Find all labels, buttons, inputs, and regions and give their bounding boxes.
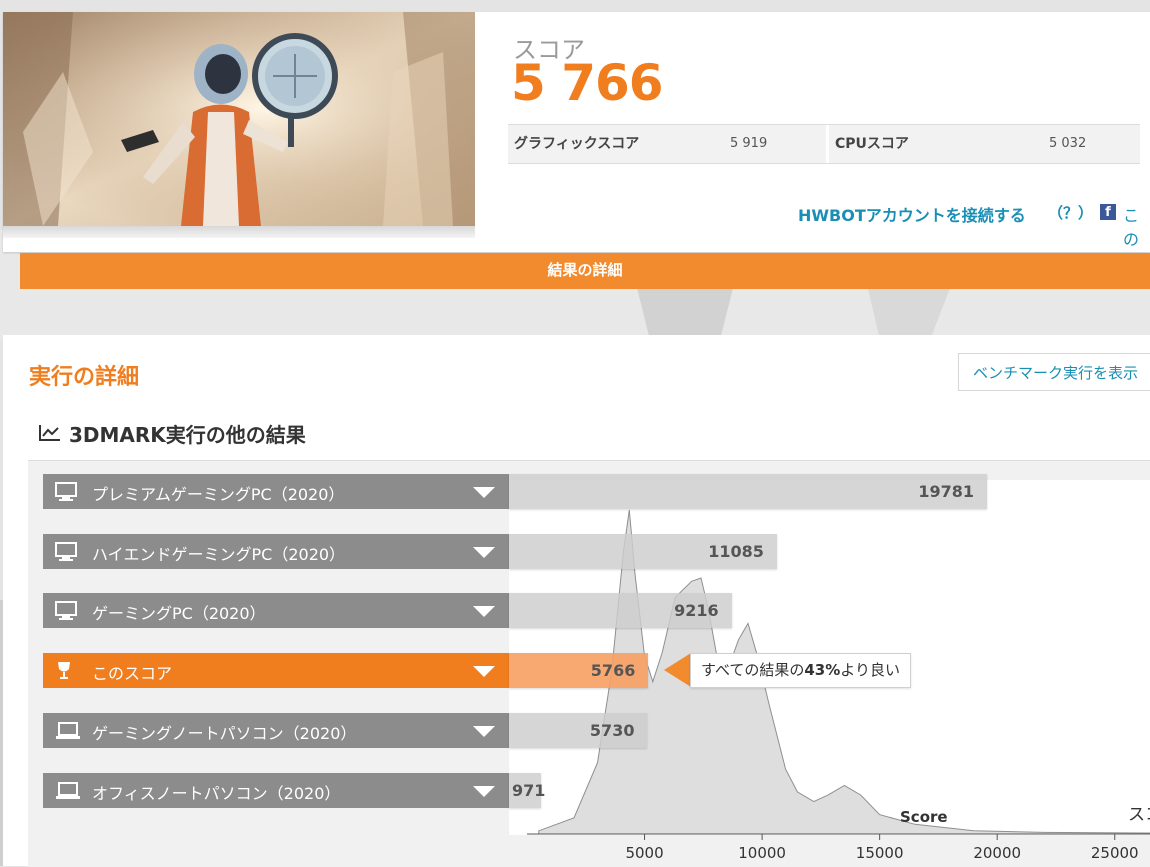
dropdown-arrow-icon[interactable] [473, 487, 495, 498]
laptop-icon [55, 781, 81, 805]
tooltip-suffix: より良い [840, 661, 900, 679]
score-bar-1: 11085 [509, 534, 777, 569]
comparison-row-4[interactable]: ゲーミングノートパソコン（2020） [43, 713, 509, 748]
score-bar-value: 9216 [674, 601, 719, 620]
row-label: プレミアムゲーミングPC（2020） [92, 485, 345, 504]
comparison-row-5[interactable]: オフィスノートパソコン（2020） [43, 773, 509, 808]
score-bar-3: 5766 [509, 653, 649, 688]
desktop-icon [55, 482, 77, 506]
comparison-row-0[interactable]: プレミアムゲーミングPC（2020） [43, 474, 509, 509]
dropdown-arrow-icon[interactable] [473, 547, 495, 558]
tooltip-percent: 43% [804, 661, 841, 679]
dropdown-arrow-icon[interactable] [473, 786, 495, 797]
trophy-icon [55, 661, 73, 685]
row-label: オフィスノートパソコン（2020） [92, 784, 341, 803]
y-axis-label: スコ [1128, 805, 1150, 825]
x-tick-label: 25000 [1091, 844, 1139, 862]
row-label: ハイエンドゲーミングPC（2020） [92, 545, 346, 564]
x-tick-label: 10000 [738, 844, 786, 862]
score-bar-2: 9216 [509, 593, 732, 628]
laptop-icon [55, 721, 81, 745]
score-bar-0: 19781 [509, 474, 987, 509]
score-bar-value: 971 [512, 781, 546, 800]
x-tick-label: 20000 [973, 844, 1021, 862]
comparison-row-2[interactable]: ゲーミングPC（2020） [43, 593, 509, 628]
row-label: このスコア [92, 664, 173, 683]
dropdown-arrow-icon[interactable] [473, 666, 495, 677]
score-bar-value: 19781 [918, 482, 974, 501]
score-bar-value: 5730 [589, 721, 635, 740]
x-axis-label: Score [900, 808, 948, 826]
score-bar-4: 5730 [509, 713, 648, 748]
percentile-tooltip: すべての結果の43%より良い [690, 653, 911, 688]
tooltip-prefix: すべての結果の [701, 661, 805, 679]
x-tick-label: 5000 [625, 844, 663, 862]
row-label: ゲーミングPC（2020） [92, 604, 266, 623]
tooltip-arrow [664, 653, 691, 687]
x-tick-label: 15000 [856, 844, 904, 862]
score-bar-value: 5766 [590, 661, 636, 680]
score-bar-5: 971 [509, 773, 545, 808]
comparison-row-3[interactable]: このスコア [43, 653, 509, 688]
desktop-icon [55, 601, 77, 625]
row-label: ゲーミングノートパソコン（2020） [92, 724, 357, 743]
score-bar-value: 11085 [708, 542, 764, 561]
dropdown-arrow-icon[interactable] [473, 606, 495, 617]
dropdown-arrow-icon[interactable] [473, 726, 495, 737]
comparison-row-1[interactable]: ハイエンドゲーミングPC（2020） [43, 534, 509, 569]
desktop-icon [55, 542, 77, 566]
